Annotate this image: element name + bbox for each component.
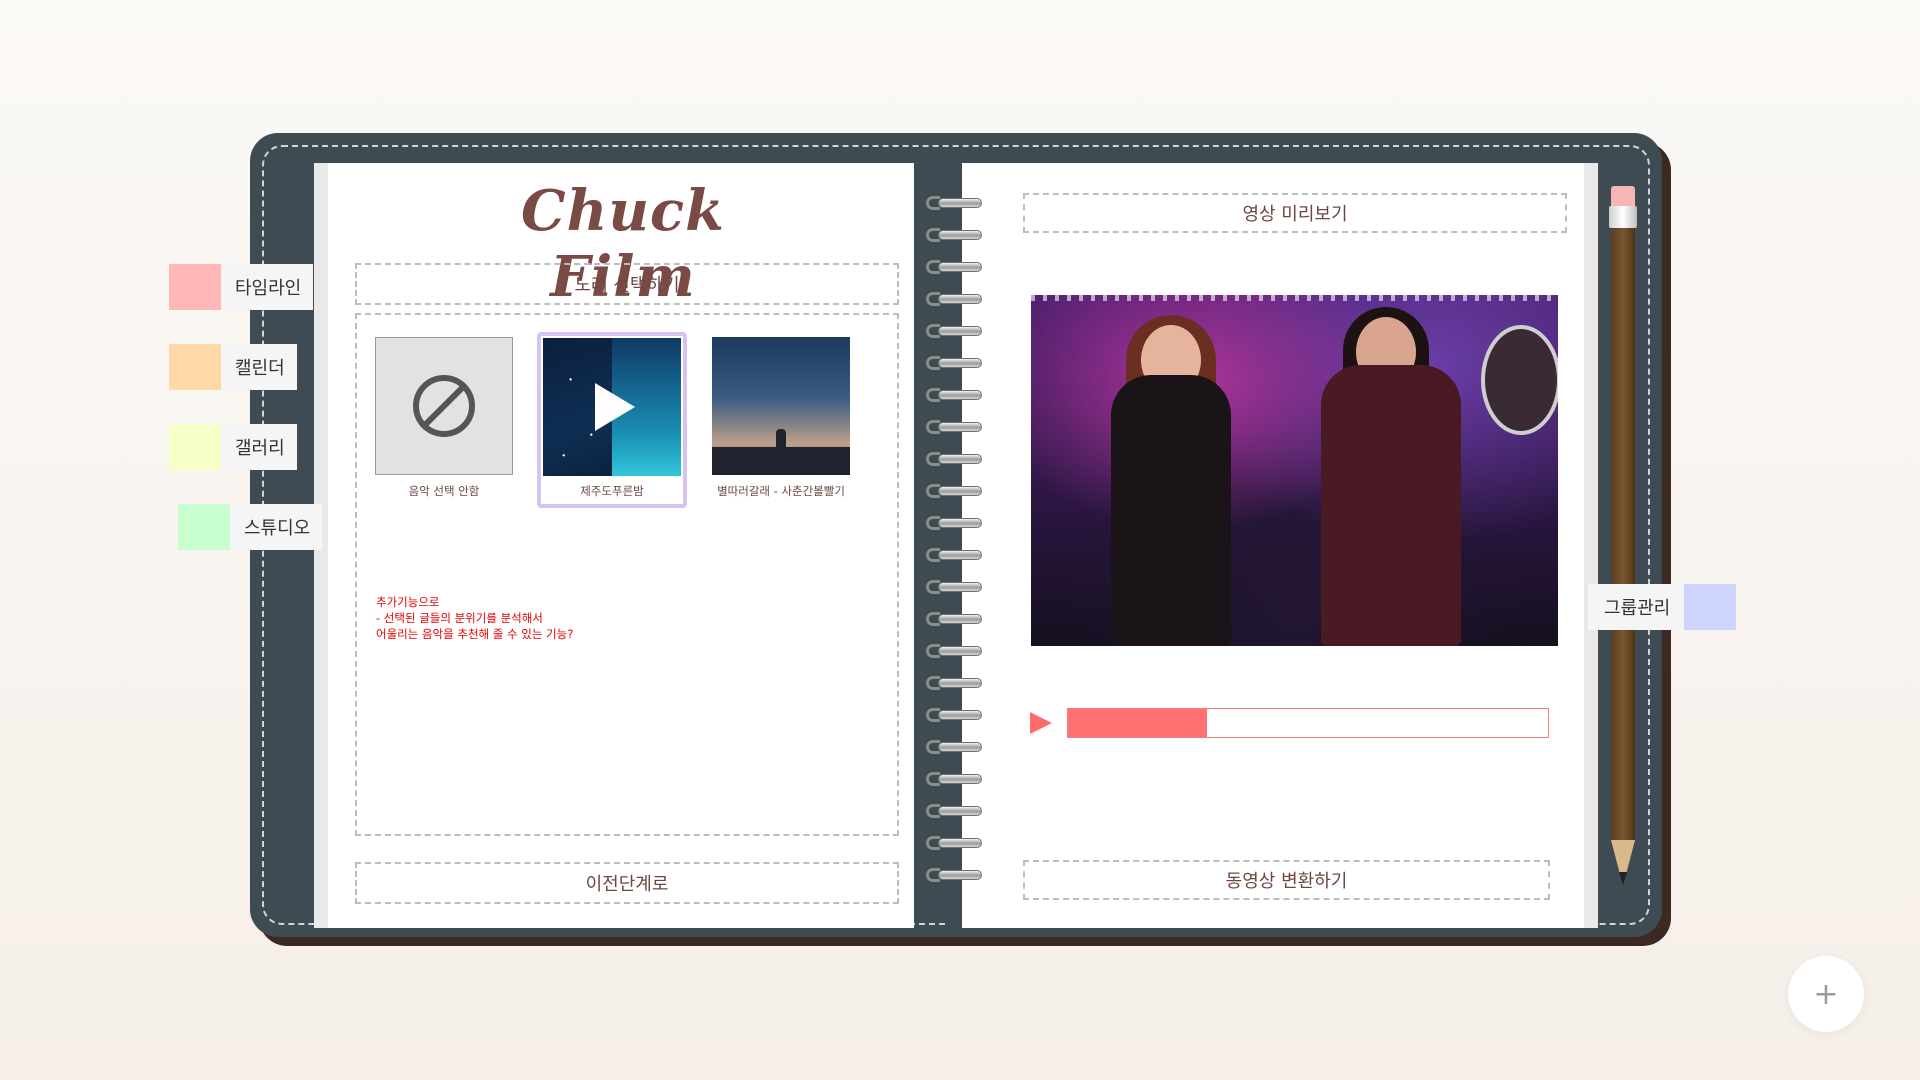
music-caption-star: 별따러갈래 - 사춘간볼빨기 — [717, 484, 845, 498]
spiral-ring — [926, 804, 984, 818]
pencil-lead — [1619, 872, 1627, 886]
tab-gallery-label: 갤러리 — [235, 438, 285, 459]
spiral-ring — [926, 388, 984, 402]
performer-1 — [1111, 375, 1231, 646]
pencil-ferrule — [1609, 206, 1637, 228]
ring-bar — [938, 742, 982, 752]
progress-fill — [1068, 709, 1208, 737]
ring-bar — [938, 326, 982, 336]
select-music-header: 노래 선택하기 — [355, 263, 899, 305]
music-caption-none: 음악 선택 안함 — [408, 484, 480, 498]
horizon-art — [712, 447, 850, 475]
spiral-ring — [926, 612, 984, 626]
ring-bar — [938, 838, 982, 848]
person-silhouette-art — [776, 429, 786, 451]
tab-calendar[interactable]: 캘린더 — [169, 344, 297, 390]
ring-bar — [938, 390, 982, 400]
add-button[interactable]: + — [1788, 956, 1864, 1032]
spiral-ring — [926, 324, 984, 338]
spiral-ring — [926, 292, 984, 306]
ring-bar — [938, 198, 982, 208]
note-line: - 선택된 글들의 분위기를 분석해서 — [376, 611, 543, 625]
play-button[interactable] — [1030, 712, 1052, 734]
spiral-ring — [926, 516, 984, 530]
ring-bar — [938, 646, 982, 656]
spiral-ring — [926, 548, 984, 562]
ring-bar — [938, 230, 982, 240]
tab-color-swatch — [1684, 584, 1737, 630]
ring-bar — [938, 358, 982, 368]
ring-bar — [938, 582, 982, 592]
ring-bar — [938, 294, 982, 304]
tab-studio-label: 스튜디오 — [244, 518, 311, 539]
ring-bar — [938, 454, 982, 464]
tab-color-swatch — [169, 264, 221, 310]
right-page-edge — [1584, 163, 1598, 928]
tab-studio[interactable]: 스튜디오 — [178, 504, 323, 550]
music-thumbnail-jeju[interactable] — [543, 338, 681, 476]
ring-bar — [938, 422, 982, 432]
brand-title: Chuck Film — [521, 178, 725, 310]
preview-header: 영상 미리보기 — [1023, 193, 1567, 233]
spiral-binding — [926, 196, 984, 886]
tab-timeline[interactable]: 타임라인 — [169, 264, 314, 310]
spiral-ring — [926, 580, 984, 594]
spiral-ring — [926, 868, 984, 882]
tab-group-management[interactable]: 그룹관리 — [1588, 584, 1737, 630]
video-preview[interactable] — [1031, 295, 1558, 646]
ring-bar — [938, 774, 982, 784]
tab-color-swatch — [169, 344, 221, 390]
ring-bar — [938, 614, 982, 624]
ring-bar — [938, 870, 982, 880]
no-music-icon — [413, 375, 475, 437]
ring-bar — [938, 486, 982, 496]
ring-bar — [938, 710, 982, 720]
preview-header-label: 영상 미리보기 — [1242, 204, 1348, 225]
spiral-ring — [926, 356, 984, 370]
plus-icon: + — [1813, 976, 1839, 1012]
spiral-ring — [926, 484, 984, 498]
spiral-ring — [926, 740, 984, 754]
tab-color-swatch — [169, 424, 221, 470]
stage-lights — [1031, 295, 1558, 301]
ring-bar — [938, 806, 982, 816]
spiral-ring — [926, 644, 984, 658]
pencil-body — [1611, 228, 1635, 840]
select-music-header-label: 노래 선택하기 — [574, 275, 680, 296]
note-line: 추가기능으로 — [376, 595, 440, 609]
tab-color-swatch — [178, 504, 230, 550]
spiral-ring — [926, 772, 984, 786]
tab-group-label: 그룹관리 — [1604, 598, 1671, 619]
ring-bar — [938, 262, 982, 272]
music-thumbnail-star[interactable] — [712, 337, 850, 475]
spiral-ring — [926, 260, 984, 274]
tab-gallery[interactable]: 갤러리 — [169, 424, 297, 470]
prev-step-label: 이전단계로 — [585, 874, 669, 895]
note-line: 어울리는 음악을 추천해 줄 수 있는 기능? — [376, 627, 574, 641]
spiral-ring — [926, 196, 984, 210]
play-icon[interactable] — [595, 383, 635, 431]
ring-bar — [938, 550, 982, 560]
tab-calendar-label: 캘린더 — [235, 358, 285, 379]
convert-video-label: 동영상 변환하기 — [1225, 871, 1348, 892]
drum-kit — [1481, 325, 1558, 435]
spiral-ring — [926, 420, 984, 434]
convert-video-button[interactable]: 동영상 변환하기 — [1023, 860, 1550, 900]
ring-bar — [938, 518, 982, 528]
tab-timeline-label: 타임라인 — [235, 278, 302, 299]
video-progress-bar[interactable] — [1067, 708, 1549, 738]
spiral-ring — [926, 836, 984, 850]
prev-step-button[interactable]: 이전단계로 — [355, 862, 899, 904]
ring-bar — [938, 678, 982, 688]
feature-note: 추가기능으로 - 선택된 글들의 분위기를 분석해서 어울리는 음악을 추천해 … — [376, 594, 876, 642]
performer-2 — [1321, 365, 1461, 646]
pencil-decoration — [1608, 186, 1638, 896]
pencil-eraser — [1611, 186, 1635, 206]
no-music-thumbnail[interactable] — [375, 337, 513, 475]
spiral-ring — [926, 452, 984, 466]
spiral-ring — [926, 676, 984, 690]
spiral-ring — [926, 708, 984, 722]
music-caption-jeju: 제주도푸른밤 — [580, 484, 644, 498]
spiral-ring — [926, 228, 984, 242]
